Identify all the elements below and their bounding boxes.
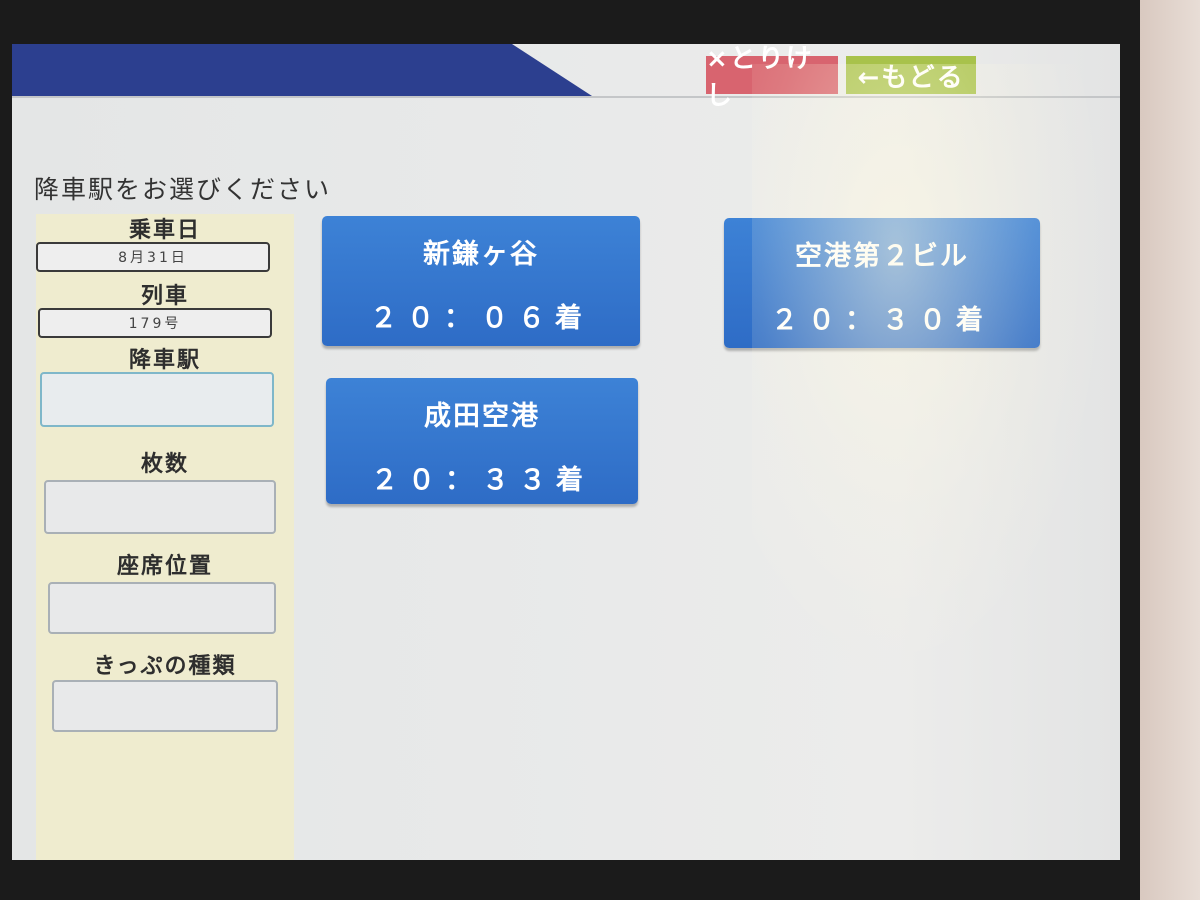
arrival-time: ２０：３０着 (771, 305, 993, 336)
station-button-airport-terminal-2[interactable]: 空港第２ビル ２０：３０着 (724, 218, 1040, 348)
header-banner (12, 44, 592, 96)
ticket-machine-screen: ×とりけし ←もどる 降車駅をお選びください 乗車日 8月31日 列車 179号… (12, 44, 1120, 860)
back-button[interactable]: ←もどる (846, 56, 976, 94)
boarding-date-field: 8月31日 (36, 242, 270, 272)
boarding-date-label: 乗車日 (128, 218, 201, 243)
seat-position-field (48, 582, 276, 634)
train-field: 179号 (38, 308, 272, 338)
ticket-type-field (52, 680, 278, 732)
screen-glare (752, 64, 1112, 684)
ticket-type-label: きっぷの種類 (93, 654, 237, 679)
ticket-count-label: 枚数 (140, 452, 189, 477)
cancel-button[interactable]: ×とりけし (706, 44, 838, 111)
arrival-station-label: 降車駅 (128, 348, 201, 373)
arrival-time: ２０：３３着 (371, 465, 593, 496)
station-button-shin-kamagaya[interactable]: 新鎌ヶ谷 ２０：０６着 (322, 216, 640, 346)
station-button-narita-airport[interactable]: 成田空港 ２０：３３着 (326, 378, 638, 504)
ticket-count-field (44, 480, 276, 534)
train-label: 列車 (140, 284, 189, 309)
train-value: 179号 (128, 316, 182, 332)
boarding-date-value: 8月31日 (118, 250, 188, 266)
header-divider (12, 96, 1120, 98)
arrival-station-field (40, 372, 274, 427)
station-name: 空港第２ビル (795, 241, 969, 272)
station-name: 成田空港 (424, 401, 540, 432)
seat-position-label: 座席位置 (116, 554, 213, 579)
arrival-time: ２０：０６着 (370, 303, 592, 334)
page-prompt: 降車駅をお選びください (34, 175, 332, 204)
station-name: 新鎌ヶ谷 (423, 239, 539, 270)
wall-background (1140, 0, 1200, 900)
